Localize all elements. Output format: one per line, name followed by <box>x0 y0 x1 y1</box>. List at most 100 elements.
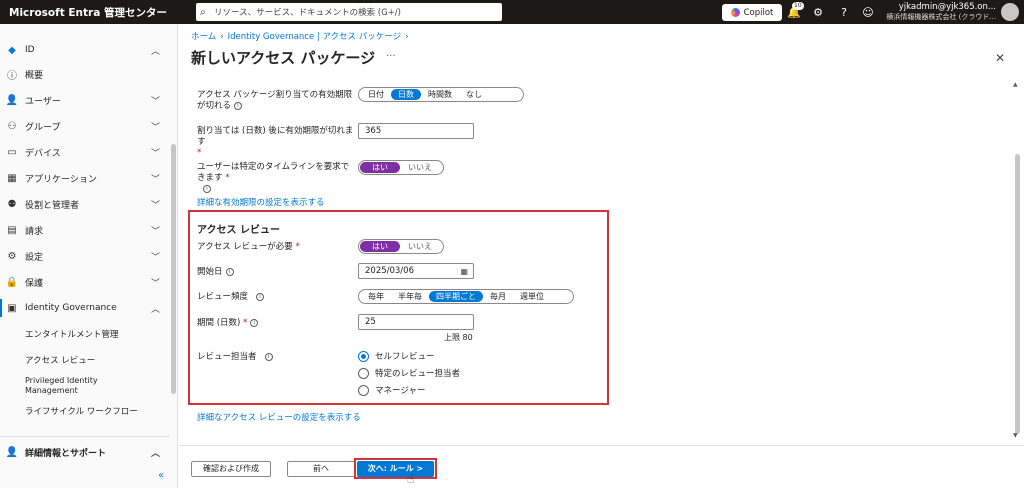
hand-cursor-icon: ☝ <box>407 472 415 486</box>
next-button[interactable]: 次へ: ルール > <box>357 461 434 477</box>
frequency-option-quarterly[interactable]: 四半期ごと <box>429 291 483 302</box>
required-marker: * <box>225 173 230 183</box>
radio-icon[interactable] <box>358 367 369 379</box>
account-info[interactable]: yjkadmin@yjk365.on... 横浜情報機器株式会社 (クラウド..… <box>880 2 996 22</box>
start-date-input[interactable]: 2025/03/06 ▦ <box>358 263 474 279</box>
review-details-link[interactable]: 詳細なアクセス レビューの設定を表示する <box>197 411 361 423</box>
sidebar-item-label: 概要 <box>25 70 44 81</box>
breadcrumb-separator-icon: › <box>405 32 409 42</box>
reviewer-option-specific[interactable]: 特定のレビュー担当者 <box>358 367 460 379</box>
feedback-icon[interactable]: ☺ <box>860 4 876 20</box>
main-scrollbar[interactable] <box>1015 154 1020 434</box>
info-icon[interactable]: i <box>203 184 211 193</box>
timeline-no[interactable]: いいえ <box>400 162 440 173</box>
calendar-icon[interactable]: ▦ <box>460 265 468 279</box>
gear-icon[interactable]: ⚙ <box>810 4 826 20</box>
search-icon: ⌕ <box>200 6 206 18</box>
sidebar-item-settings[interactable]: ⚙ 設定 ﹀ <box>0 244 170 268</box>
breadcrumb-home[interactable]: ホーム <box>191 32 216 42</box>
diamond-icon: ◆ <box>8 44 16 56</box>
reviewer-text: レビュー担当者 <box>197 352 257 362</box>
account-org: 横浜情報機器株式会社 (クラウド... <box>886 13 996 21</box>
brand-title[interactable]: Microsoft Entra 管理センター <box>0 5 190 20</box>
sidebar-item-devices[interactable]: ▭ デバイス ﹀ <box>0 140 170 164</box>
frequency-option-semiannual[interactable]: 半年毎 <box>391 291 429 302</box>
frequency-text: レビュー頻度 <box>197 292 249 302</box>
days-label-text: 割り当ては (日数) 後に有効期限が切れます <box>197 126 354 147</box>
governance-icon: ▣ <box>7 302 17 314</box>
reviewer-option-manager[interactable]: マネージャー <box>358 384 425 396</box>
duration-input[interactable]: 25 <box>358 314 474 330</box>
timeline-label: ユーザーは特定のタイムラインを要求できます * i <box>197 162 357 195</box>
sidebar-item-id[interactable]: ◆ ID ︿ <box>0 38 170 62</box>
review-required-yes[interactable]: はい <box>360 241 400 252</box>
copilot-button[interactable]: Copilot <box>722 4 782 21</box>
scroll-up-icon[interactable]: ▲ <box>1013 81 1018 88</box>
expire-option-hours[interactable]: 時間数 <box>421 89 459 100</box>
expire-label: アクセス パッケージ割り当ての有効期限が切れる i <box>197 90 357 112</box>
review-create-button[interactable]: 確認および作成 <box>191 461 271 477</box>
sidebar-item-overview[interactable]: ⓘ 概要 <box>0 62 170 86</box>
sidebar-subitem-pim[interactable]: Privileged Identity Management <box>25 376 135 396</box>
chevron-down-icon: ﹀ <box>150 96 160 107</box>
person-icon: 👤 <box>5 94 19 106</box>
account-name: yjkadmin@yjk365.on... <box>898 2 996 12</box>
review-required-label: アクセス レビューが必要 * <box>197 242 300 253</box>
info-icon[interactable]: i <box>234 101 243 110</box>
expire-option-none[interactable]: なし <box>459 89 489 100</box>
expire-option-days[interactable]: 日数 <box>391 89 421 100</box>
info-icon: ⓘ <box>7 70 17 82</box>
days-input[interactable]: 365 <box>358 123 474 139</box>
frequency-option-weekly[interactable]: 週単位 <box>513 291 551 302</box>
expire-details-link[interactable]: 詳細な有効期限の設定を表示する <box>197 196 325 208</box>
sidebar-item-protection[interactable]: 🔒 保護 ﹀ <box>0 270 170 294</box>
sidebar-subitem-access-review[interactable]: アクセス レビュー <box>25 354 165 366</box>
help-icon[interactable]: ? <box>836 4 852 20</box>
frequency-option-monthly[interactable]: 毎月 <box>483 291 513 302</box>
duration-text: 期間 (日数) <box>197 318 241 328</box>
sidebar-subitem-lifecycle[interactable]: ライフサイクル ワークフロー <box>25 405 165 417</box>
sidebar: ◆ ID ︿ ⓘ 概要 👤 ユーザー ﹀ ⚇ グループ ﹀ ▭ デバイス ﹀ ▦… <box>0 24 178 488</box>
info-icon[interactable]: i <box>225 267 234 276</box>
avatar[interactable] <box>1001 3 1019 21</box>
more-options-button[interactable]: ··· <box>386 51 396 62</box>
info-icon[interactable]: i <box>250 318 259 327</box>
expire-option-date[interactable]: 日付 <box>361 89 391 100</box>
sidebar-item-label: アプリケーション <box>25 174 97 185</box>
sidebar-item-groups[interactable]: ⚇ グループ ﹀ <box>0 114 170 138</box>
settings-icon: ⚙ <box>7 250 17 262</box>
sidebar-item-help[interactable]: 👤 詳細情報とサポート ︿ <box>0 440 170 464</box>
sidebar-item-identity-governance[interactable]: ▣ Identity Governance ︿ <box>0 296 170 320</box>
start-date-label: 開始日 i <box>197 267 234 278</box>
search-placeholder: リソース、サービス、ドキュメントの検索 (G+/) <box>214 8 401 18</box>
info-icon[interactable]: i <box>256 292 265 301</box>
required-marker: * <box>197 148 202 158</box>
sidebar-scrollbar[interactable] <box>171 144 176 394</box>
required-marker: * <box>295 242 300 252</box>
radio-icon[interactable] <box>358 384 369 396</box>
sidebar-subitem-entitlement[interactable]: エンタイトルメント管理 <box>25 328 165 340</box>
expire-label-text: アクセス パッケージ割り当ての有効期限が切れる <box>197 90 353 111</box>
info-icon[interactable]: i <box>264 352 273 361</box>
reviewer-option-label: マネージャー <box>375 386 426 396</box>
sidebar-item-applications[interactable]: ▦ アプリケーション ﹀ <box>0 166 170 190</box>
search-box[interactable]: ⌕ リソース、サービス、ドキュメントの検索 (G+/) <box>196 3 502 21</box>
reviewer-option-self[interactable]: セルフレビュー <box>358 350 435 362</box>
timeline-yes[interactable]: はい <box>360 162 400 173</box>
sidebar-item-billing[interactable]: ▤ 請求 ﹀ <box>0 218 170 242</box>
chevron-down-icon: ﹀ <box>150 278 160 289</box>
frequency-option-yearly[interactable]: 毎年 <box>361 291 391 302</box>
radio-selected-icon[interactable] <box>358 350 369 362</box>
previous-button[interactable]: 前へ <box>287 461 355 477</box>
scroll-down-icon[interactable]: ▼ <box>1013 432 1018 439</box>
timeline-toggle: はい いいえ <box>358 160 444 175</box>
collapse-sidebar-button[interactable]: « <box>158 470 164 481</box>
review-required-no[interactable]: いいえ <box>400 241 440 252</box>
sidebar-item-users[interactable]: 👤 ユーザー ﹀ <box>0 88 170 112</box>
footer-divider <box>179 445 1024 446</box>
breadcrumb-current[interactable]: Identity Governance | アクセス パッケージ <box>228 32 401 42</box>
chevron-down-icon: ﹀ <box>150 148 160 159</box>
frequency-segmented: 毎年 半年毎 四半期ごと 毎月 週単位 <box>358 289 574 304</box>
close-icon[interactable]: ✕ <box>995 51 1005 65</box>
sidebar-item-roles[interactable]: ⚉ 役割と管理者 ﹀ <box>0 192 170 216</box>
